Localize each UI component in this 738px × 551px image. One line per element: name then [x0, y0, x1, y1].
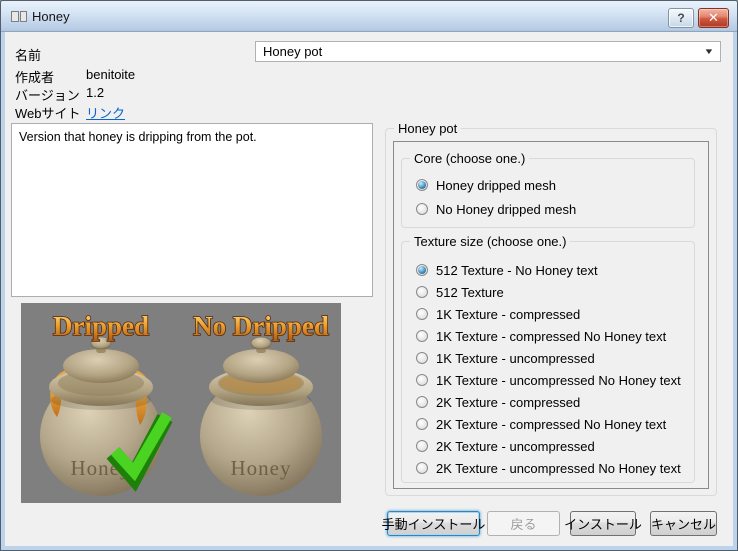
radio-button-icon[interactable]	[416, 374, 428, 386]
radio-option[interactable]: 2K Texture - compressed No Honey text	[416, 413, 690, 435]
dripped-caption: Dripped	[53, 311, 149, 341]
footer-button-row: 手動インストール戻るインストールキャンセル	[387, 511, 717, 536]
radio-option-label: Honey dripped mesh	[436, 178, 556, 193]
radio-option[interactable]: No Honey dripped mesh	[416, 197, 690, 221]
author-label: 作成者	[15, 67, 54, 86]
radio-option-label: 2K Texture - uncompressed No Honey text	[436, 461, 681, 476]
radio-option-label: No Honey dripped mesh	[436, 202, 576, 217]
radio-button-icon[interactable]	[416, 286, 428, 298]
radio-option-label: 512 Texture	[436, 285, 504, 300]
website-link[interactable]: リンク	[86, 103, 125, 122]
texture-options: 512 Texture - No Honey text 512 Texture 1K…	[416, 259, 690, 479]
radio-option[interactable]: Honey dripped mesh	[416, 173, 690, 197]
radio-option-label: 1K Texture - uncompressed No Honey text	[436, 373, 681, 388]
radio-option[interactable]: 1K Texture - compressed No Honey text	[416, 325, 690, 347]
close-button[interactable]: ✕	[698, 8, 729, 28]
radio-option-label: 2K Texture - compressed No Honey text	[436, 417, 666, 432]
radio-button-icon[interactable]	[416, 462, 428, 474]
core-group: Core (choose one.) Honey dripped meshNo …	[401, 158, 695, 228]
combobox-value: Honey pot	[263, 44, 322, 59]
radio-button-icon[interactable]	[416, 330, 428, 342]
radio-option-label: 1K Texture - compressed No Honey text	[436, 329, 666, 344]
radio-button-icon[interactable]	[416, 418, 428, 430]
radio-option-label: 1K Texture - compressed	[436, 307, 580, 322]
dripped-pot-illustration: Honey Dripped	[40, 311, 167, 496]
titlebar[interactable]: Honey ? ✕	[1, 1, 737, 32]
app-icon	[11, 11, 27, 22]
pot-engraving-right: Honey	[231, 456, 292, 480]
chevron-down-icon[interactable]: ▼	[703, 47, 714, 56]
version-label: バージョン	[15, 85, 80, 104]
version-value: 1.2	[86, 85, 104, 100]
manual-install-button[interactable]: 手動インストール	[387, 511, 480, 536]
radio-button-icon[interactable]	[416, 352, 428, 364]
cancel-button[interactable]: キャンセル	[650, 511, 717, 536]
radio-option[interactable]: 2K Texture - uncompressed	[416, 435, 690, 457]
radio-option[interactable]: 1K Texture - compressed	[416, 303, 690, 325]
help-button[interactable]: ?	[668, 8, 694, 28]
texture-group: Texture size (choose one.) 512 Texture -…	[401, 241, 695, 483]
module-select-combobox[interactable]: Honey pot ▼	[255, 41, 721, 62]
description-text: Version that honey is dripping from the …	[19, 130, 257, 144]
radio-option-label: 512 Texture - No Honey text	[436, 263, 598, 278]
radio-option[interactable]: 1K Texture - uncompressed No Honey text	[416, 369, 690, 391]
radio-option[interactable]: 512 Texture	[416, 281, 690, 303]
radio-button-icon[interactable]	[416, 179, 428, 191]
radio-option-label: 2K Texture - compressed	[436, 395, 580, 410]
honey-install-dialog: Honey ? ✕ 名前 Honey pot ▼ 作成者 benitoite バ…	[0, 0, 738, 551]
radio-option-label: 1K Texture - uncompressed	[436, 351, 595, 366]
core-group-title: Core (choose one.)	[410, 151, 529, 166]
no-dripped-pot-illustration: Honey No Dripped	[193, 311, 329, 496]
core-options: Honey dripped mesh No Honey dripped mesh	[416, 173, 690, 221]
radio-option[interactable]: 1K Texture - uncompressed	[416, 347, 690, 369]
radio-option[interactable]: 512 Texture - No Honey text	[416, 259, 690, 281]
radio-option-label: 2K Texture - uncompressed	[436, 439, 595, 454]
radio-button-icon[interactable]	[416, 308, 428, 320]
radio-option[interactable]: 2K Texture - compressed	[416, 391, 690, 413]
radio-button-icon[interactable]	[416, 203, 428, 215]
window-title: Honey	[32, 9, 70, 24]
radio-button-icon[interactable]	[416, 440, 428, 452]
description-box: Version that honey is dripping from the …	[11, 123, 373, 297]
radio-option[interactable]: 2K Texture - uncompressed No Honey text	[416, 457, 690, 479]
radio-button-icon[interactable]	[416, 396, 428, 408]
author-value: benitoite	[86, 67, 135, 82]
install-button[interactable]: インストール	[570, 511, 636, 536]
name-label: 名前	[15, 45, 41, 64]
preview-image: Honey Dripped Honey No Dripped	[21, 303, 341, 503]
module-options-title: Honey pot	[394, 121, 461, 136]
website-label: Webサイト	[15, 103, 81, 122]
radio-button-icon[interactable]	[416, 264, 428, 276]
back-button[interactable]: 戻る	[487, 511, 560, 536]
no-dripped-caption: No Dripped	[193, 311, 329, 341]
texture-group-title: Texture size (choose one.)	[410, 234, 570, 249]
